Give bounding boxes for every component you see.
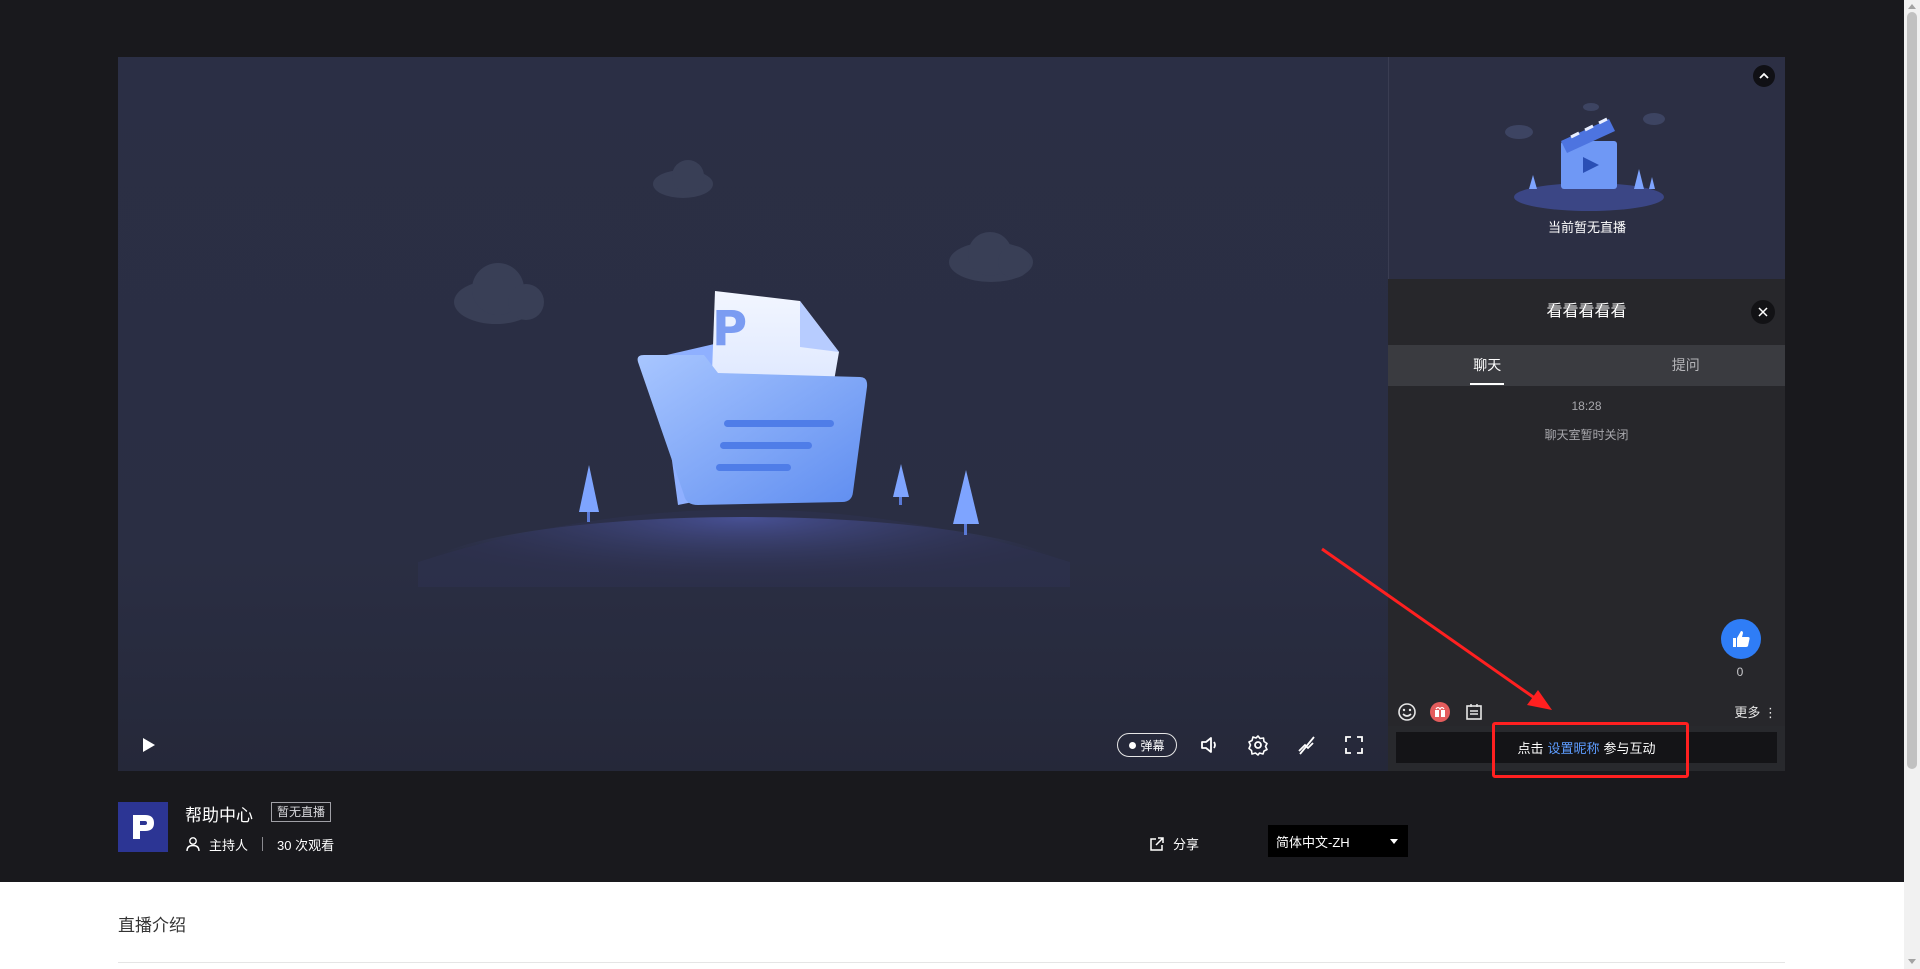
status-badge: 暂无直播: [271, 802, 332, 822]
danmu-label: 弹幕: [1140, 738, 1165, 753]
disable-icon[interactable]: [1292, 731, 1320, 759]
divider: [262, 837, 264, 851]
annotation-arrow: [1321, 547, 1552, 710]
more-label: 更多: [1734, 705, 1761, 720]
chat-input-prompt[interactable]: 点击 设置昵称 参与互动: [1396, 732, 1777, 763]
language-value: 简体中文-ZH: [1276, 834, 1350, 850]
share-icon: [1150, 836, 1164, 851]
input-suffix: 参与互动: [1603, 741, 1656, 756]
chat-timestamp: 18:28: [1571, 399, 1602, 413]
scroll-thumb[interactable]: [1907, 12, 1917, 769]
mini-player[interactable]: 当前暂无直播: [1388, 57, 1785, 279]
more-button[interactable]: 更多 ⋮: [1734, 702, 1777, 721]
chat-tabs: 聊天 提问: [1388, 345, 1785, 386]
set-nickname-link[interactable]: 设置昵称: [1547, 738, 1599, 757]
chat-closed-notice: 聊天室暂时关闭: [1544, 428, 1629, 442]
chevron-up-icon[interactable]: [1753, 65, 1775, 87]
host-label: 主持人: [209, 837, 249, 853]
chat-header: 看看看看看: [1388, 279, 1785, 345]
settings-icon[interactable]: [1244, 731, 1272, 759]
intro-heading: 直播介绍: [118, 916, 186, 935]
share-button[interactable]: 分享: [1149, 834, 1199, 853]
svg-text:P: P: [712, 301, 747, 357]
tab-questions[interactable]: 提问: [1587, 345, 1786, 386]
danmu-dot: [1129, 741, 1137, 749]
host-row: 主持人 30 次观看: [185, 835, 334, 853]
no-live-message: 当前暂无直播: [1547, 220, 1626, 235]
chevron-down-icon: [1390, 839, 1398, 844]
no-stream-illustration: P: [414, 160, 1074, 637]
scroll-up-icon[interactable]: [1908, 4, 1916, 9]
play-icon[interactable]: [134, 731, 162, 759]
page-scrollbar[interactable]: [1904, 0, 1920, 969]
tab-chat[interactable]: 聊天: [1388, 345, 1587, 386]
input-prefix: 点击: [1517, 741, 1544, 756]
room-title: 看看看看看: [1546, 303, 1627, 320]
user-icon: [186, 837, 200, 852]
like-count: 0: [1736, 665, 1744, 679]
video-player[interactable]: P 弹幕: [118, 57, 1388, 771]
thumbs-up-icon[interactable]: [1721, 619, 1761, 659]
danmu-toggle[interactable]: 弹幕: [1117, 733, 1177, 757]
fullscreen-icon[interactable]: [1340, 731, 1368, 759]
volume-icon[interactable]: [1196, 731, 1224, 759]
intro-divider: [118, 962, 1785, 963]
channel-logo: [118, 802, 168, 852]
channel-title: 帮助中心: [185, 806, 253, 825]
clapperboard-illustration: [1505, 103, 1665, 211]
language-select[interactable]: 简体中文-ZH: [1268, 825, 1408, 857]
view-count: 30 次观看: [277, 837, 335, 853]
player-controls: 弹幕: [118, 719, 1388, 771]
share-label: 分享: [1173, 837, 1200, 852]
scroll-down-icon[interactable]: [1908, 959, 1916, 964]
close-icon[interactable]: [1751, 300, 1775, 324]
